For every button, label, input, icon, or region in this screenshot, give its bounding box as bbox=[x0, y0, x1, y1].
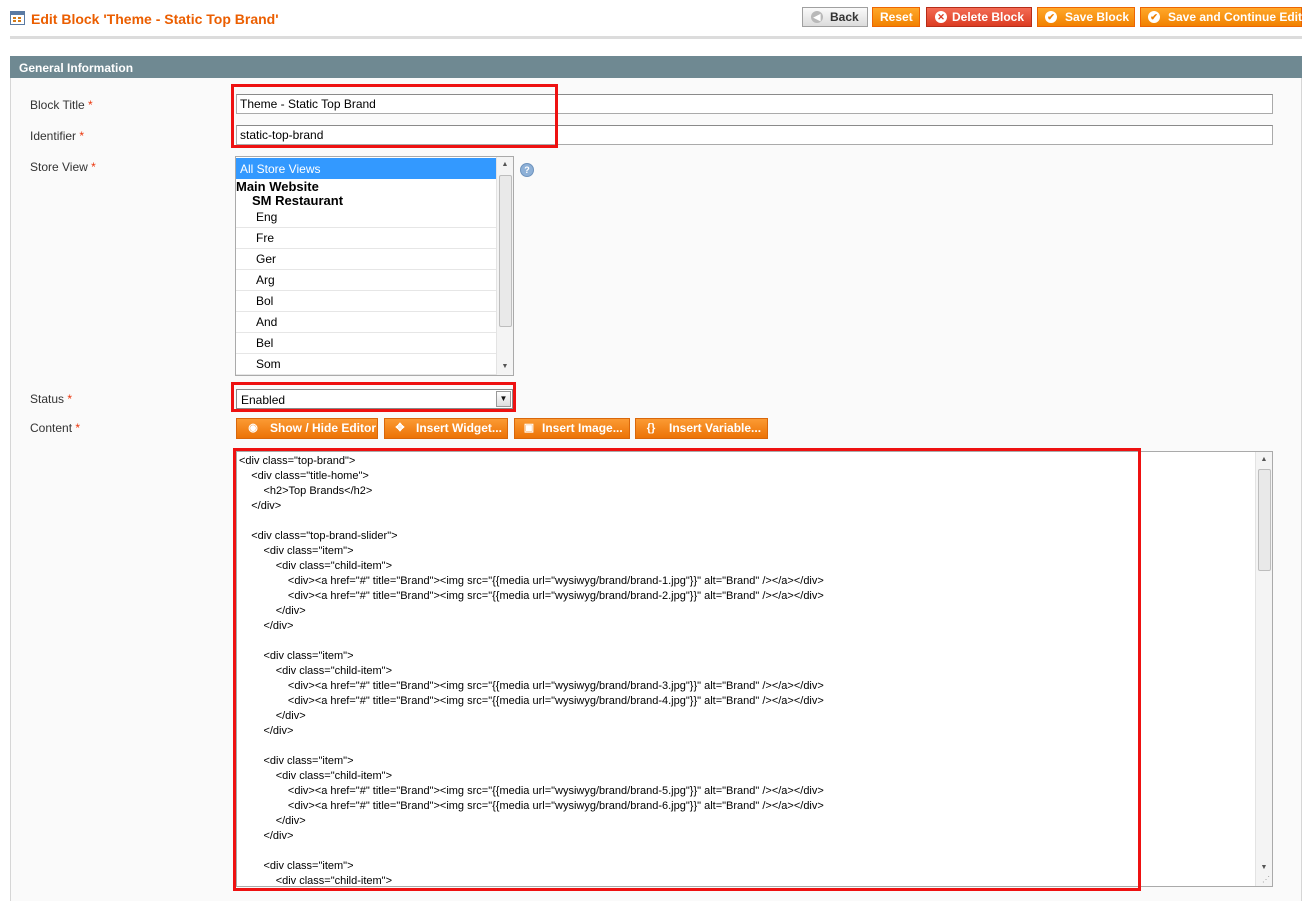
grid-page-icon bbox=[10, 11, 25, 25]
reset-button[interactable]: Reset bbox=[872, 7, 920, 27]
insert-image-button[interactable]: ▣ Insert Image... bbox=[514, 418, 630, 439]
store-view-option[interactable]: Bol bbox=[236, 291, 498, 312]
check-circle-icon: ✔ bbox=[1148, 11, 1160, 23]
scroll-up-icon[interactable]: ▲ bbox=[501, 161, 509, 169]
identifier-input[interactable] bbox=[236, 125, 1273, 145]
scroll-down-icon[interactable]: ▼ bbox=[1260, 864, 1268, 872]
block-title-input[interactable] bbox=[236, 94, 1273, 114]
save-block-button-label: Save Block bbox=[1065, 10, 1130, 24]
arrow-left-icon: ◀ bbox=[811, 11, 823, 23]
store-view-option[interactable]: Som bbox=[236, 354, 498, 375]
store-view-option[interactable]: Fre bbox=[236, 228, 498, 249]
section-title: General Information bbox=[19, 61, 134, 75]
cancel-circle-icon: ✕ bbox=[935, 11, 947, 23]
scrollbar-thumb[interactable] bbox=[1258, 469, 1271, 571]
image-icon: ▣ bbox=[523, 422, 535, 434]
block-title-label: Block Title * bbox=[30, 98, 93, 112]
widget-icon: ✥ bbox=[395, 422, 405, 434]
page-title: Edit Block 'Theme - Static Top Brand' bbox=[31, 11, 279, 27]
store-view-multiselect[interactable]: All Store Views Main Website SM Restaura… bbox=[235, 156, 514, 376]
insert-variable-label: Insert Variable... bbox=[669, 421, 762, 435]
store-view-option[interactable]: Arg bbox=[236, 270, 498, 291]
back-button[interactable]: ◀ Back bbox=[802, 7, 868, 27]
identifier-label: Identifier * bbox=[30, 129, 85, 143]
delete-block-button-label: Delete Block bbox=[952, 10, 1025, 24]
save-and-continue-button[interactable]: ✔ Save and Continue Edit bbox=[1140, 7, 1302, 27]
content-textarea[interactable]: <div class="top-brand"> <div class="titl… bbox=[236, 451, 1273, 887]
store-view-option-all[interactable]: All Store Views bbox=[236, 158, 498, 179]
variable-icon: {} bbox=[646, 422, 656, 434]
show-hide-editor-button[interactable]: ◉ Show / Hide Editor bbox=[236, 418, 378, 439]
save-and-continue-button-label: Save and Continue Edit bbox=[1168, 10, 1303, 24]
scroll-down-icon[interactable]: ▼ bbox=[501, 363, 509, 371]
content-label: Content * bbox=[30, 421, 81, 435]
content-code[interactable]: <div class="top-brand"> <div class="titl… bbox=[239, 454, 824, 886]
check-circle-icon: ✔ bbox=[1045, 11, 1057, 23]
header-divider bbox=[10, 36, 1302, 39]
show-hide-editor-label: Show / Hide Editor bbox=[270, 421, 377, 435]
scrollbar-thumb[interactable] bbox=[499, 175, 512, 327]
required-marker: * bbox=[88, 98, 93, 112]
required-marker: * bbox=[67, 392, 73, 406]
insert-widget-label: Insert Widget... bbox=[416, 421, 502, 435]
content-scrollbar[interactable]: ▲ ▼ bbox=[1255, 452, 1272, 886]
status-select[interactable]: Enabled ▼ bbox=[236, 389, 513, 409]
required-marker: * bbox=[79, 129, 85, 143]
required-marker: * bbox=[91, 160, 96, 174]
status-selected-value: Enabled bbox=[241, 393, 286, 407]
store-view-label: Store View * bbox=[30, 160, 96, 174]
store-view-option[interactable]: Eng bbox=[236, 207, 498, 228]
chevron-down-icon[interactable]: ▼ bbox=[496, 391, 511, 407]
save-block-button[interactable]: ✔ Save Block bbox=[1037, 7, 1135, 27]
page-header: Edit Block 'Theme - Static Top Brand' ◀ … bbox=[0, 0, 1303, 36]
scroll-up-icon[interactable]: ▲ bbox=[1260, 456, 1268, 464]
store-view-scrollbar[interactable]: ▲ ▼ bbox=[496, 157, 513, 375]
insert-variable-button[interactable]: {} Insert Variable... bbox=[635, 418, 768, 439]
question-icon[interactable]: ? bbox=[520, 163, 534, 177]
section-header: General Information bbox=[10, 56, 1302, 78]
store-view-option[interactable]: Bel bbox=[236, 333, 498, 354]
delete-block-button[interactable]: ✕ Delete Block bbox=[926, 7, 1032, 27]
store-view-option[interactable]: And bbox=[236, 312, 498, 333]
resize-grip-icon[interactable]: ⋰ bbox=[1262, 875, 1270, 884]
back-button-label: Back bbox=[830, 10, 859, 24]
status-label: Status * bbox=[30, 392, 73, 406]
eye-icon: ◉ bbox=[248, 422, 258, 434]
store-view-option[interactable]: Ger bbox=[236, 249, 498, 270]
insert-image-label: Insert Image... bbox=[542, 421, 623, 435]
reset-button-label: Reset bbox=[880, 10, 913, 24]
insert-widget-button[interactable]: ✥ Insert Widget... bbox=[384, 418, 508, 439]
required-marker: * bbox=[75, 421, 81, 435]
